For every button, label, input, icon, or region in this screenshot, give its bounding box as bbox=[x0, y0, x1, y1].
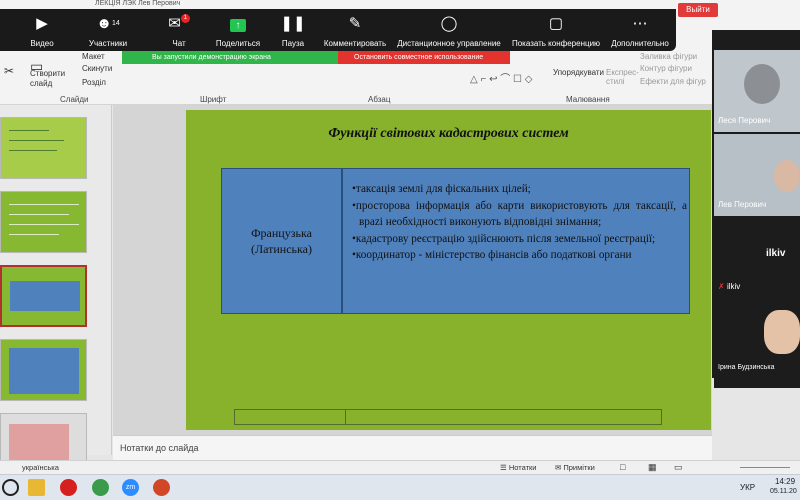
group-drawing: Малювання bbox=[566, 95, 610, 104]
sharing-indicator: Вы запустили демонстрацию экрана bbox=[122, 51, 338, 64]
participant-name: Ірина Будзинська bbox=[718, 364, 775, 371]
layout-button[interactable]: Макет bbox=[82, 52, 105, 61]
pause-button[interactable]: ❚❚ Пауза bbox=[276, 14, 310, 48]
quick-styles-button[interactable]: Експрес-стилі bbox=[606, 68, 640, 86]
chat-badge: 1 bbox=[180, 14, 190, 23]
participant-name: Леся Перович bbox=[718, 116, 771, 125]
language-status[interactable]: українська bbox=[22, 463, 59, 472]
powerpoint-icon[interactable] bbox=[153, 479, 170, 496]
annotate-label: Комментировать bbox=[323, 39, 387, 48]
shapes-gallery[interactable]: △ ⌐ ↩ ⌒ ☐ ◇ bbox=[470, 70, 532, 85]
slide-thumbnails bbox=[0, 105, 112, 475]
group-paragraph: Абзац bbox=[368, 95, 391, 104]
notes-toggle-label: Нотатки bbox=[508, 463, 537, 472]
group-slides: Слайди bbox=[60, 95, 89, 104]
arrange-button[interactable]: Упорядкувати bbox=[553, 68, 604, 77]
input-language[interactable]: УКР bbox=[740, 483, 755, 492]
stop-sharing-button[interactable]: Остановить совместное использование bbox=[338, 51, 510, 64]
status-bar: українська ☰ Нотатки ✉ Примітки □ ▦ ▭ bbox=[0, 460, 800, 474]
file-explorer-icon[interactable] bbox=[28, 479, 45, 496]
table-cell-system[interactable]: Французька (Латинська) bbox=[221, 168, 342, 314]
reset-button[interactable]: Скинути bbox=[82, 64, 112, 73]
new-slide-button[interactable]: Створити слайд bbox=[30, 69, 66, 89]
slide-thumbnail[interactable] bbox=[0, 191, 87, 253]
leave-button[interactable]: Выйти bbox=[678, 3, 718, 17]
show-meeting-icon: ▢ bbox=[548, 15, 564, 32]
shape-fill-button[interactable]: Заливка фігури bbox=[640, 52, 697, 61]
comments-toggle[interactable]: ✉ Примітки bbox=[555, 463, 595, 472]
participants-count: 14 bbox=[112, 20, 120, 27]
table-cell-functions[interactable]: таксація землі для фіскальних цілей; про… bbox=[342, 168, 690, 314]
opera-icon[interactable] bbox=[60, 479, 77, 496]
remote-control-label: Дистанционное управление bbox=[397, 39, 501, 48]
chat-label: Чат bbox=[172, 39, 186, 48]
more-icon: ⋯ bbox=[632, 15, 648, 32]
list-item: кадастрову реєстрацію здійснюють після з… bbox=[351, 231, 687, 248]
list-item: просторова інформація або карти використ… bbox=[351, 198, 687, 231]
reading-view-icon[interactable]: ▭ bbox=[674, 462, 683, 473]
show-meeting-button[interactable]: ▢ Показать конференцию bbox=[510, 14, 602, 48]
video-button[interactable]: ▶ Видео bbox=[24, 14, 60, 48]
muted-mic-icon: ✗ bbox=[718, 282, 725, 291]
notes-toggle[interactable]: ☰ Нотатки bbox=[500, 463, 537, 472]
group-font: Шрифт bbox=[200, 95, 227, 104]
participant-name-large: ilkiv bbox=[766, 248, 786, 259]
video-label: Видео bbox=[30, 39, 54, 48]
window-title: ЛЕКЦІЯ ЛЭК Лев Перович bbox=[95, 0, 181, 7]
video-tile[interactable]: Ірина Будзинська bbox=[714, 306, 800, 388]
clock-date[interactable]: 05.11.20 bbox=[770, 488, 797, 495]
remote-control-icon: ◯ bbox=[440, 15, 458, 32]
slide-sorter-icon[interactable]: ▦ bbox=[648, 462, 657, 473]
participants-button[interactable]: ☻14 Участники bbox=[82, 14, 134, 48]
comments-toggle-label: Примітки bbox=[563, 463, 595, 472]
participant-name: Лев Перович bbox=[718, 200, 767, 209]
participants-icon: ☻14 bbox=[96, 15, 120, 32]
pause-icon: ❚❚ bbox=[280, 15, 306, 32]
section-button[interactable]: Розділ bbox=[82, 78, 106, 87]
video-tile[interactable]: Лев Перович bbox=[714, 134, 800, 216]
shape-outline-button[interactable]: Контур фігури bbox=[640, 64, 692, 73]
video-tile[interactable]: Леся Перович bbox=[714, 50, 800, 132]
show-meeting-label: Показать конференцию bbox=[511, 39, 601, 48]
list-item: таксація землі для фіскальних цілей; bbox=[351, 181, 687, 198]
more-button[interactable]: ⋯ Дополнительно bbox=[610, 14, 670, 48]
list-item: координатор - міністерство фінансів або … bbox=[351, 247, 687, 264]
share-icon: ↑ bbox=[212, 14, 264, 34]
ribbon-clipboard-icon[interactable]: ✂ bbox=[4, 64, 14, 78]
functions-list: таксація землі для фіскальних цілей; про… bbox=[351, 181, 687, 264]
annotate-button[interactable]: ✎ Комментировать bbox=[322, 14, 388, 48]
pause-label: Пауза bbox=[281, 39, 305, 48]
system-name: Французька (Латинська) bbox=[250, 226, 312, 256]
chrome-icon[interactable] bbox=[92, 479, 109, 496]
annotate-icon: ✎ bbox=[348, 15, 362, 32]
slide[interactable]: Функції світових кадастрових систем Фран… bbox=[186, 110, 711, 430]
video-panel: Леся Перович Лев Перович ilkiv ✗ ilkiv І… bbox=[712, 30, 800, 388]
participants-label: Участники bbox=[88, 39, 128, 48]
video-tile[interactable]: ilkiv ✗ ilkiv bbox=[714, 220, 800, 302]
normal-view-icon[interactable]: □ bbox=[620, 462, 625, 472]
share-label: Поделиться bbox=[215, 39, 261, 48]
participant-name: ✗ ilkiv bbox=[718, 282, 740, 291]
remote-control-button[interactable]: ◯ Дистанционное управление bbox=[395, 14, 503, 48]
search-icon[interactable] bbox=[2, 479, 19, 496]
participant-name-label: ilkiv bbox=[726, 282, 741, 291]
share-button[interactable]: ↑ Поделиться bbox=[212, 14, 264, 48]
slide-title[interactable]: Функції світових кадастрових систем bbox=[186, 126, 711, 142]
notes-pane[interactable]: Нотатки до слайда bbox=[113, 435, 712, 460]
shape-effects-button[interactable]: Ефекти для фігур bbox=[640, 77, 706, 86]
zoom-slider[interactable] bbox=[740, 467, 790, 468]
zoom-app-icon[interactable]: zm bbox=[122, 479, 139, 496]
chat-icon: ✉ 1 bbox=[164, 14, 194, 34]
slide-thumbnail-selected[interactable] bbox=[0, 265, 87, 327]
chat-button[interactable]: ✉ 1 Чат bbox=[164, 14, 194, 48]
video-icon: ▶ bbox=[36, 15, 48, 32]
slide-thumbnail[interactable] bbox=[0, 117, 87, 179]
slide-thumbnail[interactable] bbox=[0, 339, 87, 401]
clock-time[interactable]: 14:29 bbox=[775, 477, 795, 486]
taskbar: zm УКР 14:29 05.11.20 bbox=[0, 474, 800, 500]
zoom-toolbar: ▶ Видео ☻14 Участники ✉ 1 Чат ↑ Поделитьс… bbox=[0, 9, 676, 51]
more-label: Дополнительно bbox=[611, 39, 669, 48]
empty-table-row[interactable] bbox=[234, 409, 662, 425]
